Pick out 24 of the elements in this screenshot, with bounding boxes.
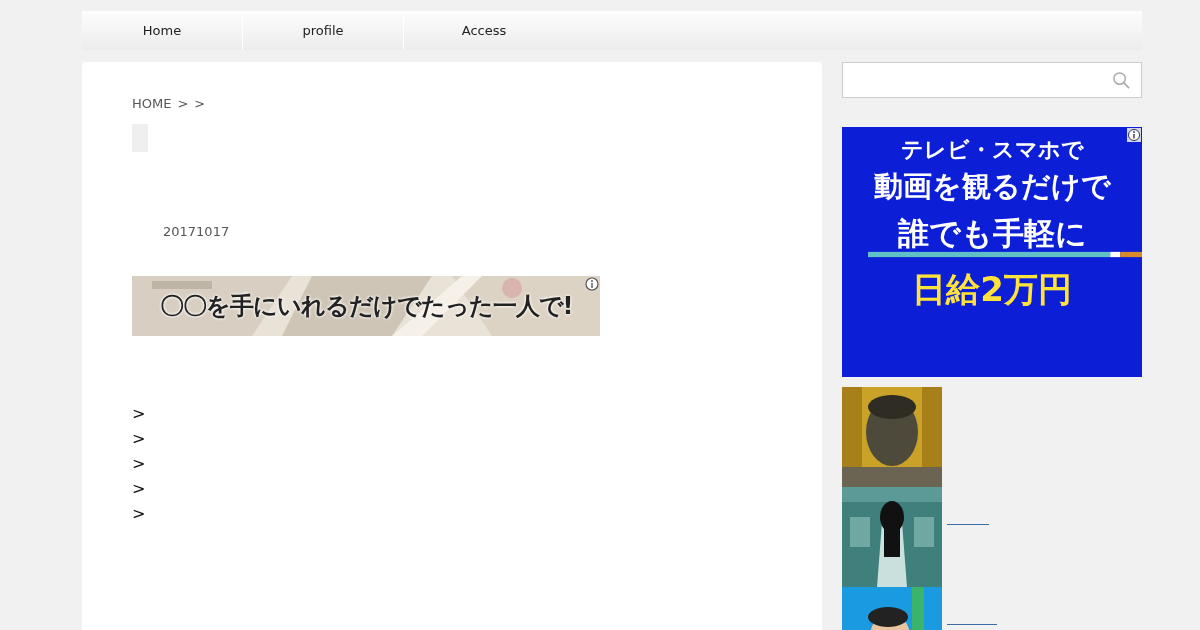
video-ad[interactable]: テレビ・スマホで 動画を観るだけで 誰でも手軽に 日給2万円 bbox=[842, 127, 1142, 377]
breadcrumb-separator: > bbox=[177, 96, 189, 111]
ad-text: 動画を観るだけで bbox=[873, 168, 1111, 205]
list-marker: > bbox=[132, 503, 146, 525]
link-underline[interactable] bbox=[947, 523, 989, 525]
search-field[interactable] bbox=[842, 62, 1142, 98]
ad-text: 日給2万円 bbox=[912, 268, 1072, 311]
info-icon[interactable] bbox=[585, 277, 599, 291]
ad-text: 誰でも手軽に bbox=[897, 214, 1087, 253]
ad-text: テレビ・スマホで bbox=[900, 136, 1084, 164]
banner-ad[interactable]: 〇〇を手にいれるだけでたった一人で! bbox=[132, 276, 600, 336]
breadcrumb-separator: > bbox=[194, 96, 206, 111]
nav-link[interactable]: profile bbox=[243, 11, 404, 50]
link-underline[interactable] bbox=[947, 623, 997, 625]
ad-headline: 〇〇を手にいれるだけでたった一人で! bbox=[159, 291, 573, 322]
list-marker: > bbox=[132, 428, 146, 450]
nav-link[interactable]: Access bbox=[404, 11, 564, 50]
list-marker: > bbox=[132, 478, 146, 500]
nav-link[interactable]: Home bbox=[82, 11, 243, 50]
info-icon[interactable] bbox=[1127, 128, 1141, 142]
post-date: 20171017 bbox=[163, 224, 231, 239]
breadcrumb-link[interactable]: HOME bbox=[132, 96, 172, 111]
list-marker: > bbox=[132, 403, 146, 425]
list-marker: > bbox=[132, 453, 146, 475]
